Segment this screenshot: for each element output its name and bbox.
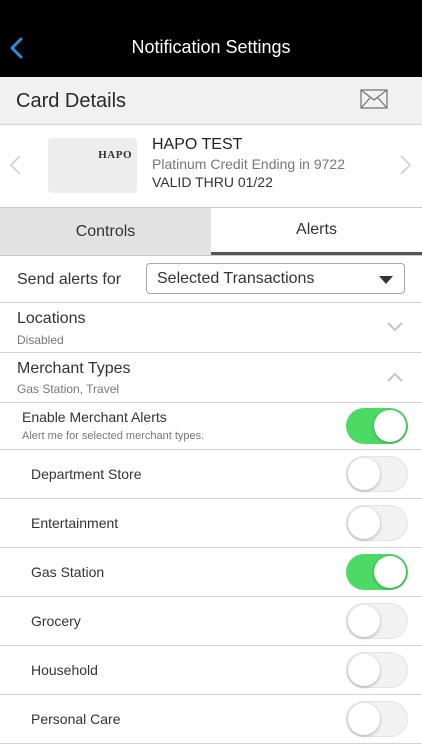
toggle-knob: [348, 507, 380, 539]
navigation-bar: Notification Settings: [0, 0, 422, 77]
section-title: Card Details: [16, 90, 127, 112]
previous-card-button[interactable]: [6, 152, 24, 178]
enable-merchant-alerts-toggle[interactable]: [346, 408, 408, 444]
toggle-knob: [348, 605, 380, 637]
merchant-label: Gas Station: [31, 564, 105, 580]
locations-title: Locations: [17, 310, 86, 327]
merchant-label: Entertainment: [31, 515, 119, 531]
toggle-knob: [374, 556, 406, 588]
household-toggle[interactable]: [346, 652, 408, 688]
send-alerts-value: Selected Transactions: [157, 270, 315, 287]
enable-merchant-alerts-title: Enable Merchant Alerts: [22, 409, 167, 425]
grocery-toggle[interactable]: [346, 603, 408, 639]
toggle-knob: [348, 703, 380, 735]
merchant-label: Personal Care: [31, 711, 121, 727]
merchant-types-title: Merchant Types: [17, 360, 131, 377]
card-name: HAPO TEST: [152, 136, 243, 153]
chevron-down-icon[interactable]: [386, 321, 404, 333]
card-logo: HAPO: [98, 149, 132, 161]
department-store-toggle[interactable]: [346, 456, 408, 492]
gas-station-toggle[interactable]: [346, 554, 408, 590]
merchant-label: Department Store: [31, 466, 142, 482]
personal-care-toggle[interactable]: [346, 701, 408, 737]
card-details-header: Card Details: [0, 77, 422, 125]
entertainment-toggle[interactable]: [346, 505, 408, 541]
tab-alerts[interactable]: Alerts: [211, 208, 422, 255]
chevron-up-icon[interactable]: [386, 371, 404, 383]
page-title: Notification Settings: [131, 37, 291, 57]
card-image: HAPO: [48, 138, 137, 193]
card-valid-thru: VALID THRU 01/22: [152, 174, 273, 190]
caret-down-icon: [379, 276, 393, 284]
chevron-left-icon: [9, 155, 21, 175]
tab-bar: Controls Alerts: [0, 208, 422, 256]
chevron-right-icon: [400, 155, 412, 175]
tab-controls[interactable]: Controls: [0, 208, 211, 255]
mail-button[interactable]: [360, 88, 388, 110]
toggle-knob: [348, 458, 380, 490]
send-alerts-label: Send alerts for: [17, 271, 122, 288]
toggle-knob: [348, 654, 380, 686]
send-alerts-select[interactable]: Selected Transactions: [146, 263, 405, 294]
envelope-icon: [360, 89, 388, 109]
merchant-label: Grocery: [31, 613, 81, 629]
merchant-types-subtitle: Gas Station, Travel: [17, 382, 120, 396]
toggle-knob: [374, 410, 406, 442]
next-card-button[interactable]: [397, 152, 415, 178]
locations-subtitle: Disabled: [17, 333, 64, 347]
card-description: Platinum Credit Ending in 9722: [152, 156, 346, 172]
merchant-label: Household: [31, 662, 98, 678]
enable-merchant-alerts-subtitle: Alert me for selected merchant types.: [22, 430, 205, 442]
